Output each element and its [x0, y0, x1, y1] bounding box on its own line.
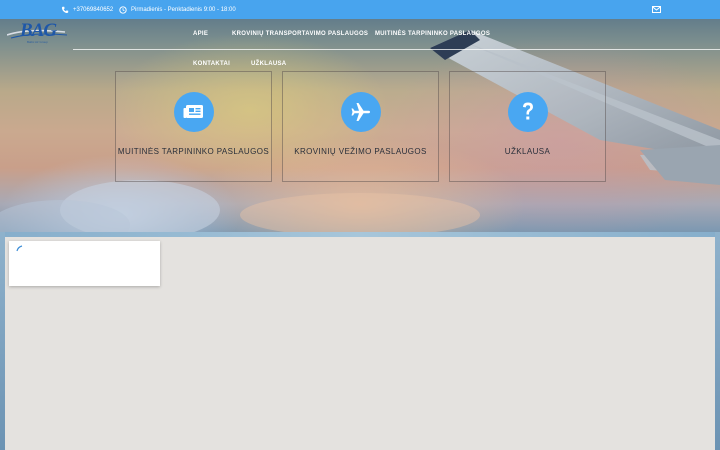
nav-divider [73, 49, 720, 50]
service-card-cargo[interactable]: Krovinių vežimo paslaugos [282, 71, 439, 182]
logo-text: BAG [20, 20, 57, 41]
logo-tagline: Baltic Air Group [27, 40, 48, 44]
email-link[interactable] [652, 0, 661, 19]
site-logo[interactable]: BAG Baltic Air Group [7, 20, 71, 46]
top-contact-bar: +37069840652 Pirmadienis - Penktadienis … [0, 0, 720, 19]
service-card-customs[interactable]: Muitinės tarpininko paslaugos [115, 71, 272, 182]
card-icon-circle [173, 92, 214, 132]
card-label: Krovinių vežimo paslaugos [294, 147, 427, 156]
nav-item-uzklausa[interactable]: Užklausa [251, 61, 286, 67]
newspaper-icon [183, 105, 203, 118]
map-right-border [715, 232, 720, 450]
envelope-icon[interactable] [652, 6, 661, 13]
card-label: Muitinės tarpininko paslaugos [117, 147, 270, 156]
nav-item-transport-services[interactable]: Krovinių transportavimo paslaugos [232, 31, 368, 37]
opening-hours: Pirmadienis - Penktadienis 9:00 - 18:00 [119, 0, 236, 19]
map-info-box [9, 241, 160, 286]
service-card-inquiry[interactable]: Užklausa [449, 71, 606, 182]
clock-icon [119, 5, 127, 14]
airplane-icon [351, 103, 370, 121]
phone-contact[interactable]: +37069840652 [61, 0, 113, 19]
loading-spinner-icon [16, 245, 23, 252]
phone-number[interactable]: +37069840652 [73, 7, 113, 13]
nav-item-customs-services[interactable]: Muitinės tarpininko paslaugos [375, 31, 490, 37]
opening-hours-text: Pirmadienis - Penktadienis 9:00 - 18:00 [131, 6, 236, 13]
card-label: Užklausa [504, 147, 551, 156]
phone-icon [61, 6, 69, 13]
card-icon-circle [507, 92, 548, 132]
card-icon-circle [340, 92, 381, 132]
nav-item-apie[interactable]: Apie [193, 31, 208, 37]
nav-item-kontaktai[interactable]: Kontaktai [193, 61, 230, 67]
question-icon [522, 102, 533, 120]
